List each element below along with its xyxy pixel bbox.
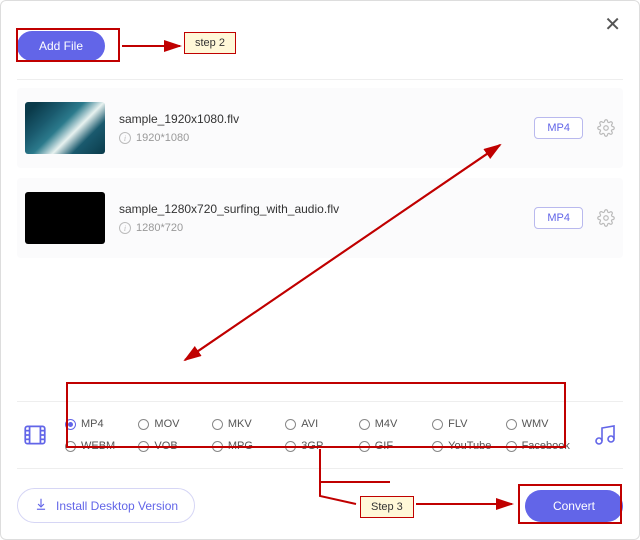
format-label: MOV <box>154 418 179 430</box>
radio-icon <box>506 441 517 452</box>
format-panel: MP4 MOV MKV AVI M4V FLV WMV WEBM VOB MPG 3GP GIF You… <box>17 401 623 469</box>
format-label: MP4 <box>81 418 104 430</box>
format-label: MKV <box>228 418 252 430</box>
radio-icon <box>359 419 370 430</box>
file-meta: sample_1280x720_surfing_with_audio.flv i… <box>119 202 520 234</box>
format-label: 3GP <box>301 440 323 452</box>
top-bar: Add File <box>17 31 623 61</box>
music-icon[interactable] <box>587 423 623 447</box>
format-option-mkv[interactable]: MKV <box>212 418 281 430</box>
file-name: sample_1280x720_surfing_with_audio.flv <box>119 202 520 216</box>
radio-icon <box>138 441 149 452</box>
format-label: MPG <box>228 440 253 452</box>
format-option-avi[interactable]: AVI <box>285 418 354 430</box>
radio-icon <box>359 441 370 452</box>
format-label: M4V <box>375 418 398 430</box>
gear-icon[interactable] <box>597 119 615 137</box>
format-grid: MP4 MOV MKV AVI M4V FLV WMV WEBM VOB MPG 3GP GIF You… <box>59 418 581 452</box>
file-list: sample_1920x1080.flv i 1920*1080 MP4 sam… <box>17 88 623 258</box>
file-meta: sample_1920x1080.flv i 1920*1080 <box>119 112 520 144</box>
download-icon <box>34 497 48 514</box>
format-option-webm[interactable]: WEBM <box>65 440 134 452</box>
format-option-gif[interactable]: GIF <box>359 440 428 452</box>
info-icon: i <box>119 132 131 144</box>
format-option-mpg[interactable]: MPG <box>212 440 281 452</box>
resolution-text: 1920*1080 <box>136 132 189 144</box>
resolution-text: 1280*720 <box>136 222 183 234</box>
video-icon[interactable] <box>17 422 53 448</box>
file-resolution: i 1280*720 <box>119 222 520 234</box>
file-name: sample_1920x1080.flv <box>119 112 520 126</box>
format-select-button[interactable]: MP4 <box>534 207 583 229</box>
radio-icon <box>65 419 76 430</box>
format-label: YouTube <box>448 440 491 452</box>
convert-button[interactable]: Convert <box>525 490 623 522</box>
format-option-facebook[interactable]: Facebook <box>506 440 575 452</box>
install-desktop-button[interactable]: Install Desktop Version <box>17 488 195 523</box>
format-option-youtube[interactable]: YouTube <box>432 440 501 452</box>
radio-icon <box>432 419 443 430</box>
file-resolution: i 1920*1080 <box>119 132 520 144</box>
format-select-button[interactable]: MP4 <box>534 117 583 139</box>
format-label: VOB <box>154 440 177 452</box>
radio-icon <box>65 441 76 452</box>
radio-icon <box>285 419 296 430</box>
format-label: GIF <box>375 440 393 452</box>
format-label: FLV <box>448 418 467 430</box>
bottom-bar: Install Desktop Version Convert <box>17 488 623 523</box>
format-option-3gp[interactable]: 3GP <box>285 440 354 452</box>
format-label: WEBM <box>81 440 115 452</box>
format-option-mp4[interactable]: MP4 <box>65 418 134 430</box>
radio-icon <box>506 419 517 430</box>
format-option-flv[interactable]: FLV <box>432 418 501 430</box>
thumbnail <box>25 192 105 244</box>
format-option-wmv[interactable]: WMV <box>506 418 575 430</box>
install-label: Install Desktop Version <box>56 499 178 513</box>
file-row: sample_1280x720_surfing_with_audio.flv i… <box>17 178 623 258</box>
radio-icon <box>212 419 223 430</box>
radio-icon <box>212 441 223 452</box>
format-option-m4v[interactable]: M4V <box>359 418 428 430</box>
radio-icon <box>432 441 443 452</box>
add-file-button[interactable]: Add File <box>17 31 105 61</box>
format-label: Facebook <box>522 440 570 452</box>
format-option-mov[interactable]: MOV <box>138 418 207 430</box>
info-icon: i <box>119 222 131 234</box>
converter-window: ✕ Add File sample_1920x1080.flv i 1920*1… <box>0 0 640 540</box>
radio-icon <box>138 419 149 430</box>
format-label: WMV <box>522 418 549 430</box>
gear-icon[interactable] <box>597 209 615 227</box>
thumbnail <box>25 102 105 154</box>
format-option-vob[interactable]: VOB <box>138 440 207 452</box>
close-icon[interactable]: ✕ <box>604 15 621 35</box>
format-label: AVI <box>301 418 318 430</box>
file-row: sample_1920x1080.flv i 1920*1080 MP4 <box>17 88 623 168</box>
radio-icon <box>285 441 296 452</box>
divider <box>17 79 623 80</box>
